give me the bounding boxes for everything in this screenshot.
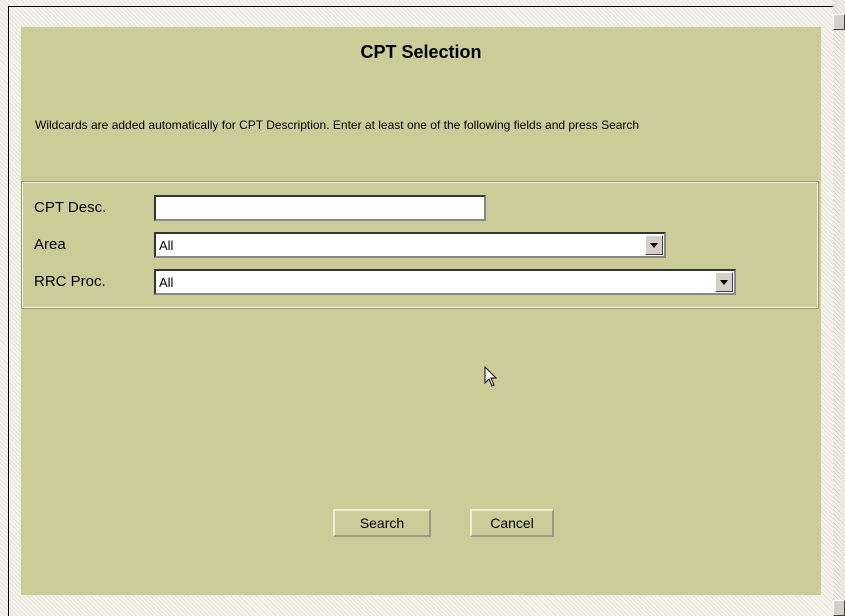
instructions-text: Wildcards are added automatically for CP… bbox=[35, 118, 640, 132]
rrc-proc-label: RRC Proc. bbox=[34, 273, 106, 290]
scroll-up-button[interactable] bbox=[833, 14, 845, 30]
dialog-title: CPT Selection bbox=[360, 42, 482, 62]
chevron-down-icon[interactable] bbox=[715, 272, 733, 292]
cpt-selection-dialog: CPT Selection Wildcards are added automa… bbox=[21, 27, 821, 595]
area-label: Area bbox=[34, 236, 66, 253]
mouse-pointer-icon bbox=[484, 365, 498, 393]
scroll-down-button[interactable] bbox=[833, 600, 845, 616]
area-select-value: All bbox=[159, 238, 174, 253]
cpt-desc-label: CPT Desc. bbox=[34, 199, 107, 216]
search-button[interactable]: Search bbox=[333, 509, 431, 537]
cancel-button[interactable]: Cancel bbox=[470, 509, 554, 537]
rrc-proc-select[interactable]: All bbox=[154, 269, 736, 295]
chevron-down-icon[interactable] bbox=[645, 235, 663, 255]
cpt-desc-input[interactable] bbox=[154, 195, 486, 221]
search-fields-group: CPT Desc. Area All RRC Proc. All bbox=[21, 181, 819, 309]
area-select[interactable]: All bbox=[154, 232, 666, 258]
rrc-proc-select-value: All bbox=[159, 275, 174, 290]
vertical-scrollbar[interactable] bbox=[833, 0, 845, 616]
